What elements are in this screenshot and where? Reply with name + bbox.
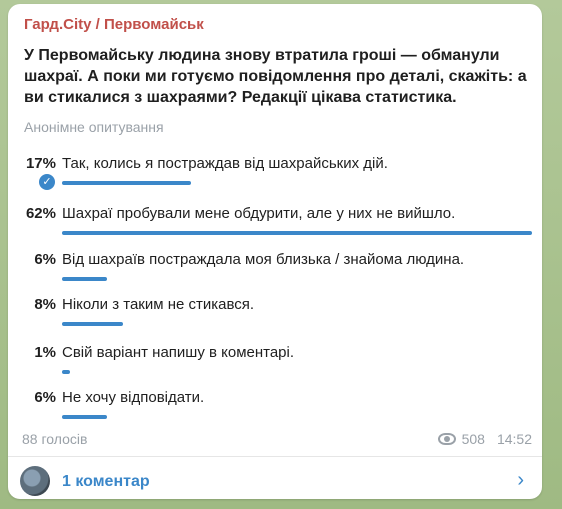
message-time: 14:52 [496,431,532,447]
commenter-avatar [20,466,50,496]
option-result-bar [62,322,123,326]
option-result-bar [62,370,70,374]
option-percent: 8% [34,296,56,313]
option-result-bar [62,231,532,235]
eye-icon [437,433,456,445]
option-percent: 17% [25,155,56,172]
option-result-bar [62,181,191,185]
option-label: Не хочу відповідати. [62,389,205,406]
option-label: Ніколи з таким не стикався. [62,296,255,313]
vote-count[interactable]: 88 голосів [22,431,87,447]
option-percent: 62% [25,205,56,222]
option-percent: 1% [34,344,56,361]
divider [8,456,542,457]
view-count: 508 [461,431,485,447]
option-percent: 6% [34,389,56,406]
channel-name[interactable]: Гард.City / Первомайськ [24,16,204,33]
message-meta: 508 14:52 [437,431,532,447]
comments-button[interactable]: 1 коментар › [8,458,542,499]
comments-label: 1 коментар [62,473,150,490]
poll-option[interactable]: 17% Так, колись я постраждав від шахрайсь… [8,155,542,201]
poll-message: Гард.City / Первомайськ У Первомайську л… [8,4,542,499]
option-label: Шахраї пробували мене обдурити, але у ни… [62,205,456,222]
poll-option[interactable]: 1% Свій варіант напишу в коментарі. [8,344,542,390]
poll-option[interactable]: 6% Від шахраїв постраждала моя близька / … [8,251,542,297]
checkmark-icon: ✓ [39,174,55,190]
poll-type-label: Анонімне опитування [24,119,164,135]
poll-option[interactable]: 8% Ніколи з таким не стикався. [8,296,542,342]
chevron-right-icon: › [517,469,524,491]
poll-question: У Первомайську людина знову втратила гро… [24,47,527,106]
option-percent: 6% [34,251,56,268]
poll-option[interactable]: 62% Шахраї пробували мене обдурити, але у… [8,205,542,251]
option-label: Від шахраїв постраждала моя близька / зн… [62,251,465,268]
poll-option[interactable]: 6% Не хочу відповідати. [8,389,542,435]
option-label: Так, колись я постраждав від шахрайських… [62,155,388,172]
option-result-bar [62,415,107,419]
option-result-bar [62,277,107,281]
option-label: Свій варіант напишу в коментарі. [62,344,295,361]
